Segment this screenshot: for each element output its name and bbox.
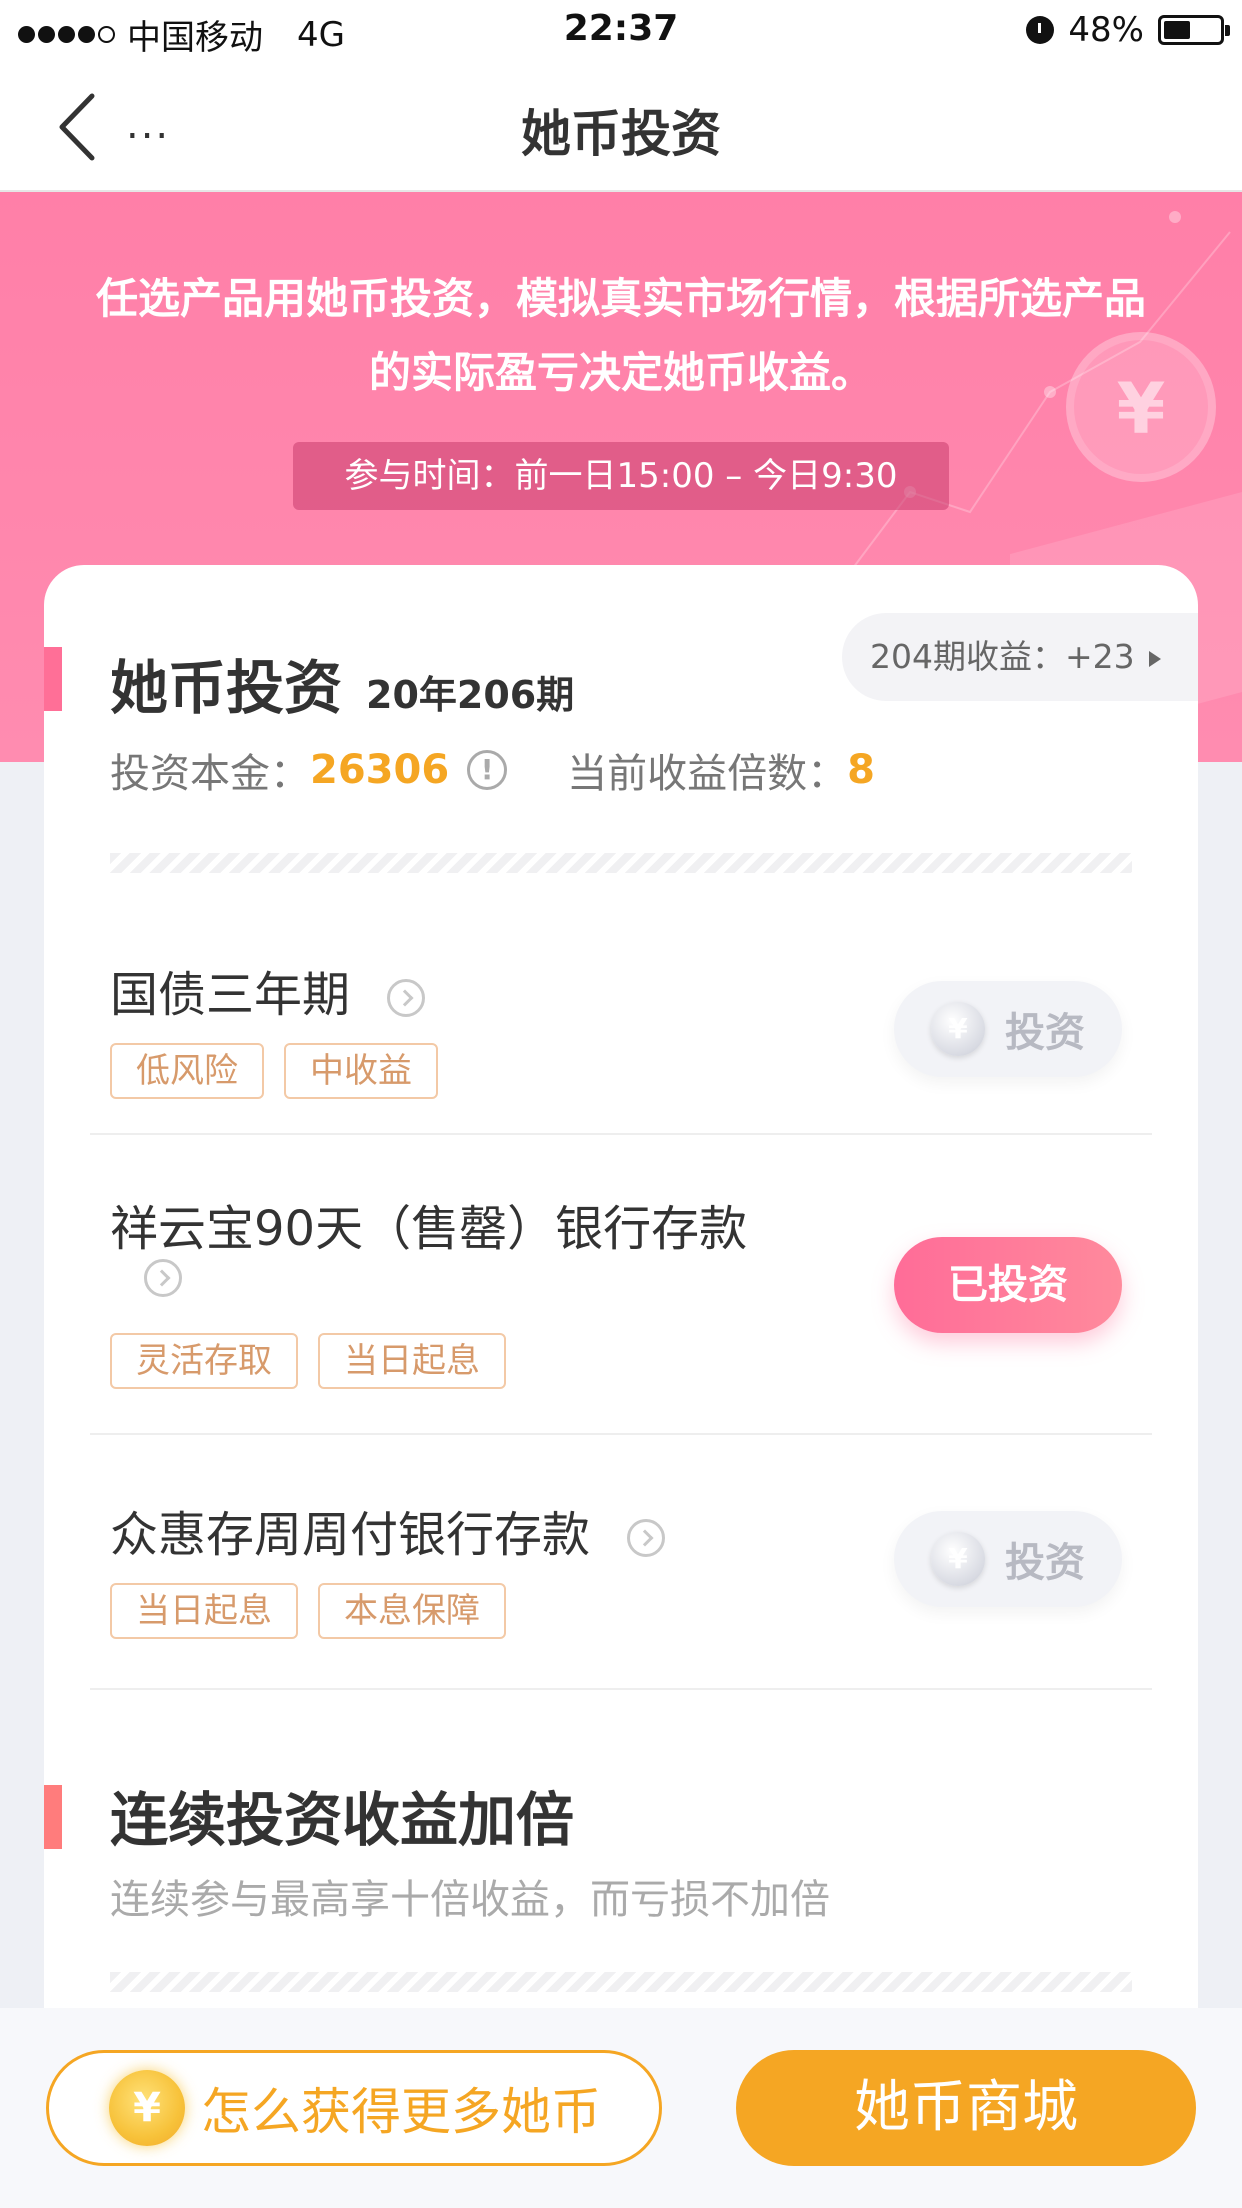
multiplier-label: 当前收益倍数： [567,751,848,797]
info-icon[interactable]: ! [467,750,508,790]
previous-earnings-chip[interactable]: 204期收益：+23 [842,613,1198,701]
product-tag: 中收益 [284,1043,438,1099]
product-tag: 灵活存取 [110,1333,298,1389]
chevron-circle-right-icon[interactable] [144,1259,182,1297]
product-item[interactable]: 众惠存周周付银行存款 当日起息 本息保障 ¥ 投资 [90,1435,1152,1690]
product-item[interactable]: 国债三年期 低风险 中收益 ¥ 投资 [90,895,1152,1135]
product-tags: 低风险 中收益 [110,1043,438,1099]
product-name: 众惠存周周付银行存款 [110,1507,591,1563]
coin-icon: ¥ [931,1002,985,1056]
product-name-row: 众惠存周周付银行存款 [110,1495,666,1565]
section-accent-bar [44,1785,62,1849]
section-accent-bar [44,647,62,711]
streak-bonus-subtitle: 连续参与最高享十倍收益，而亏损不加倍 [110,1877,830,1923]
participation-time-chip: 参与时间：前一日15:00 – 今日9:30 [293,442,949,510]
product-tags: 灵活存取 当日起息 [110,1333,506,1389]
investment-card: 她币投资 20年206期 204期收益：+23 投资本金： 26306 ! 当前… [44,565,1198,2065]
product-name: 国债三年期 [110,967,351,1023]
coin-icon: ¥ [931,1532,985,1586]
status-bar: 中国移动 4G 22:37 48% [0,0,1242,62]
nav-bar: ... 她币投资 [0,62,1242,192]
earn-more-coins-label: 怎么获得更多她币 [201,2083,601,2141]
issue-label: 20年206期 [366,673,575,717]
invest-button-label: 投资 [1005,1540,1085,1586]
product-tag: 当日起息 [318,1333,506,1389]
multiplier-value: 8 [847,747,876,793]
intro-text: 任选产品用她币投资，模拟真实市场行情，根据所选产品的实际盈亏决定她币收益。 [95,274,1146,397]
invest-button[interactable]: ¥ 投资 [894,981,1122,1077]
battery-icon [1158,15,1230,45]
invest-button[interactable]: ¥ 投资 [894,1511,1122,1607]
product-tags: 当日起息 本息保障 [110,1583,506,1639]
earn-more-coins-button[interactable]: ¥ 怎么获得更多她币 [46,2050,662,2166]
stats-row: 投资本金： 26306 ! 当前收益倍数： 8 [110,741,875,799]
status-right: 48% [1026,10,1230,50]
chevron-circle-right-icon[interactable] [627,1519,666,1557]
invested-button[interactable]: 已投资 [894,1237,1122,1333]
triangle-right-icon [1148,650,1161,667]
principal-value: 26306 [310,747,450,793]
product-tag: 低风险 [110,1043,264,1099]
product-tag: 本息保障 [318,1583,506,1639]
chevron-circle-right-icon[interactable] [387,979,426,1017]
invest-button-label: 投资 [1005,1010,1085,1056]
section-title: 她币投资 [110,654,343,722]
divider-stripe [110,853,1132,873]
coin-icon: ¥ [109,2070,185,2146]
page-title: 她币投资 [521,105,721,163]
alarm-icon [1026,16,1055,44]
streak-bonus-title: 连续投资收益加倍 [110,1786,575,1854]
product-name: 祥云宝90天（售罄）银行存款 [110,1201,748,1257]
bottom-action-bar: ¥ 怎么获得更多她币 她币商城 [0,2008,1242,2208]
coin-mall-button[interactable]: 她币商城 [736,2050,1196,2166]
section-heading: 她币投资 20年206期 [110,641,574,725]
product-name-row: 国债三年期 [110,955,426,1025]
principal-label: 投资本金： [110,751,310,797]
product-tag: 当日起息 [110,1583,298,1639]
battery-percent: 48% [1068,10,1144,50]
product-item[interactable]: 祥云宝90天（售罄）银行存款 灵活存取 当日起息 已投资 [90,1135,1152,1435]
previous-earnings-label: 204期收益：+23 [870,637,1135,676]
divider-stripe [110,1972,1132,1992]
